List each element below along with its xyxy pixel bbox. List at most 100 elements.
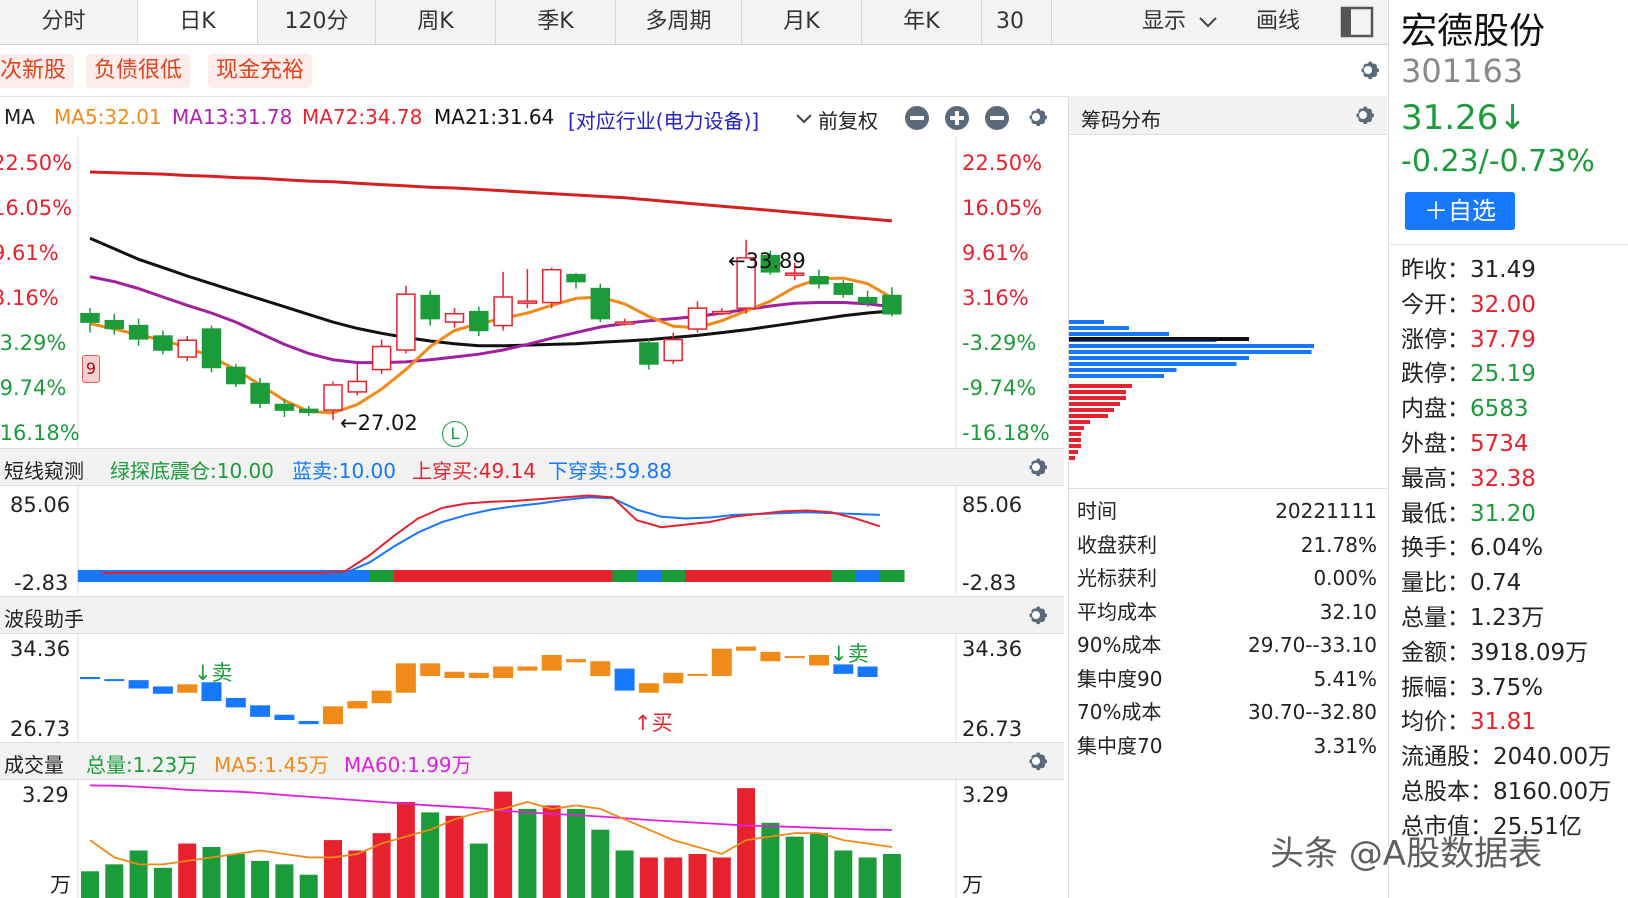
candle-body[interactable] [226,366,246,385]
gear-icon[interactable] [1022,601,1050,629]
gear-icon[interactable] [1022,453,1050,481]
chip-stat-label: 90%成本 [1077,633,1162,657]
gear-icon[interactable] [1349,101,1377,129]
volume-total: 总量:1.23万 [86,753,198,777]
wave-axis-top: 34.36 [10,637,71,661]
volume-bar [105,864,124,898]
add-watchlist-button[interactable]: ＋自选 [1405,192,1515,230]
zoom-in-icon[interactable] [944,105,970,131]
candle-body[interactable] [177,339,197,358]
chip-distribution-chart[interactable] [1069,136,1387,516]
candle-body[interactable] [784,272,805,276]
display-menu[interactable]: 显示 [1142,0,1217,44]
event-badge[interactable]: 9 [82,355,100,383]
candle-body[interactable] [347,380,368,393]
tab-daily-k[interactable]: 日K [138,0,258,44]
gear-icon[interactable] [1022,747,1050,775]
wave-chart[interactable] [0,633,1064,741]
kline-axis-right-label: -3.29% [962,331,1037,356]
tab-intraday[interactable]: 分时 [0,0,138,44]
tab-120min[interactable]: 120分 [258,0,376,44]
short-axis-bottom: -2.83 [14,571,69,595]
draw-line-button[interactable]: 画线 [1256,0,1300,44]
stock-stat-row: 外盘：5734 [1401,426,1529,462]
low-annotation: ←27.02 [340,411,418,435]
tag-low-debt[interactable]: 负债很低 [86,54,191,88]
candle-body[interactable] [712,310,732,315]
adjust-mode[interactable]: 前复权 [818,105,878,134]
candle-body[interactable] [444,312,465,323]
candle-body[interactable] [687,307,708,330]
candle-body[interactable] [663,338,683,362]
kline-chart[interactable] [0,137,1064,447]
candle-body[interactable] [469,310,489,332]
layout-toggle-icon[interactable] [1340,6,1374,38]
chip-stat-label: 光标获利 [1077,566,1157,590]
stock-stat-label: 内盘： [1401,396,1470,423]
candle-body[interactable] [614,321,635,325]
kline-panel[interactable]: 22.50% 16.05% 9.61% 3.16% -3.29% -9.74% -16.18… [0,137,1064,447]
volume-bar [251,860,270,898]
chip-stats: 时间 20221111 收盘获利 21.78% 光标获利 0.00% 平均成本 32.10 90… [1069,494,1387,774]
short-line-chart[interactable] [0,485,1064,595]
short-line-panel[interactable]: 85.06 -2.83 85.06 -2.83 [0,485,1064,595]
candle-body[interactable] [104,319,125,330]
zoom-out-icon[interactable] [904,105,930,131]
volume-bar [445,815,464,898]
short-line-header: 短线窥测 绿探底震仓:10.00 蓝卖:10.00 上穿买:49.14 下穿卖:… [0,448,1064,486]
candle-body[interactable] [517,300,538,304]
wave-panel[interactable]: 34.36 26.73 34.36 26.73 ↓卖 ↓卖 ↑买 [0,633,1064,741]
chevron-down-icon[interactable] [796,113,812,125]
kline-axis-left-label: -9.74% [0,376,67,401]
candle-body[interactable] [882,294,902,315]
candle-body[interactable] [153,335,173,351]
tab-multi-period[interactable]: 多周期 [616,0,742,44]
volume-chart[interactable] [0,779,1064,898]
low-point-marker[interactable]: L [442,421,468,447]
stock-stat-row: 内盘：6583 [1401,391,1529,427]
tab-monthly-k[interactable]: 月K [742,0,862,44]
stock-stat-label: 外盘： [1401,431,1470,457]
volume-panel[interactable]: 3.29 万 3.29 万 [0,779,1064,898]
kline-axis-left-label: 16.05% [0,196,73,221]
tab-yearly-k[interactable]: 年K [862,0,982,44]
gear-icon[interactable] [1354,56,1382,84]
candle-body[interactable] [201,328,222,369]
signal-band-cell [539,570,565,582]
chip-bar-blue [1069,362,1237,366]
tag-new-stock[interactable]: 次新股 [0,54,75,88]
candle-body[interactable] [833,282,854,295]
candle-body[interactable] [298,408,319,413]
period-tab-bar: 分时 日K 120分 周K 季K 多周期 月K 年K 30 显示 画线 [0,0,1388,45]
candle-body[interactable] [323,384,343,411]
candle-body[interactable] [250,382,270,404]
tab-30min[interactable]: 30 [982,0,1052,44]
stock-stat-value: 37.79 [1470,326,1536,353]
candle-body[interactable] [371,345,392,371]
tab-quarterly-k[interactable]: 季K [496,0,616,44]
stock-stat-value: 32.38 [1470,465,1536,492]
wave-axis-top-right: 34.36 [962,637,1023,661]
stock-stat-label: 昨收： [1401,257,1470,283]
candle-body[interactable] [541,268,562,304]
candle-body[interactable] [493,296,513,327]
candle-body[interactable] [809,275,829,285]
candle-body[interactable] [396,293,416,351]
candle-body[interactable] [420,294,440,320]
kline-axis-right-label: 3.16% [962,286,1029,311]
candle-body[interactable] [80,312,100,323]
chip-bar-red [1069,432,1081,436]
tag-cash-rich[interactable]: 现金充裕 [208,54,313,88]
industry-compare[interactable]: [对应行业(电力设备)] [568,105,759,134]
candle-body[interactable] [274,403,295,411]
candle-body[interactable] [639,342,659,365]
candle-body[interactable] [590,287,611,320]
volume-bar [178,843,197,898]
candle-body[interactable] [128,324,149,340]
stock-stat-label: 金额： [1401,639,1470,666]
candle-body[interactable] [566,273,586,283]
minus-icon[interactable] [984,105,1010,131]
gear-icon[interactable] [1022,103,1050,131]
candle-body[interactable] [857,296,878,304]
tab-weekly-k[interactable]: 周K [376,0,496,44]
